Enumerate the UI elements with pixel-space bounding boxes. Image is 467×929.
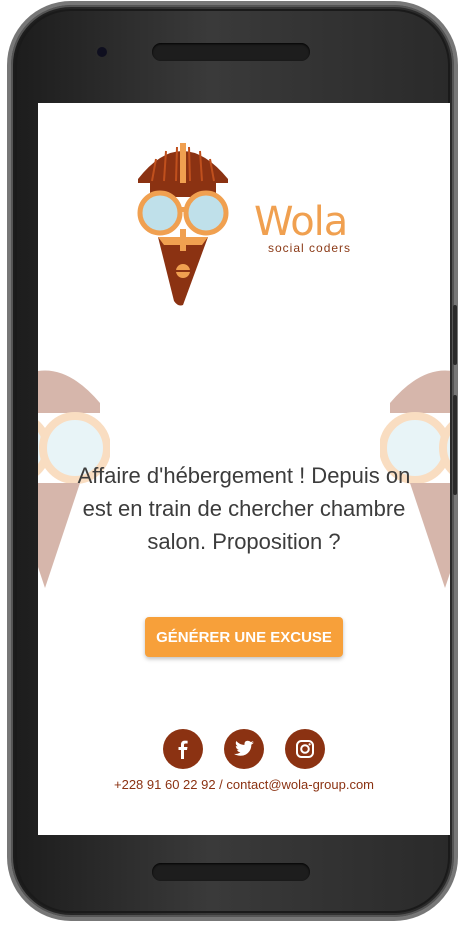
mask-logo-icon [137,143,229,306]
twitter-link[interactable] [224,729,264,769]
facebook-icon [178,740,188,759]
volume-button [453,305,457,365]
facebook-link[interactable] [163,729,203,769]
earpiece-speaker [152,43,310,61]
power-button [453,395,457,495]
brand-tagline: social coders [268,241,352,255]
wola-logo: Wola social coders [132,141,362,311]
social-links [163,729,325,769]
excuse-text: Affaire d'hébergement ! Depuis on est en… [77,463,411,554]
contact-info: +228 91 60 22 92 / contact@wola-group.co… [114,777,374,792]
brand-name: Wola [254,199,348,245]
bottom-speaker [152,863,310,881]
app-screen: Wola social coders Affaire d'hébergement… [38,103,450,835]
front-camera [97,47,107,57]
twitter-icon [234,740,254,756]
phone-frame: Wola social coders Affaire d'hébergement… [11,5,457,917]
instagram-icon [296,740,314,758]
instagram-link[interactable] [285,729,325,769]
generate-excuse-button[interactable]: GÉNÉRER UNE EXCUSE [145,617,343,657]
